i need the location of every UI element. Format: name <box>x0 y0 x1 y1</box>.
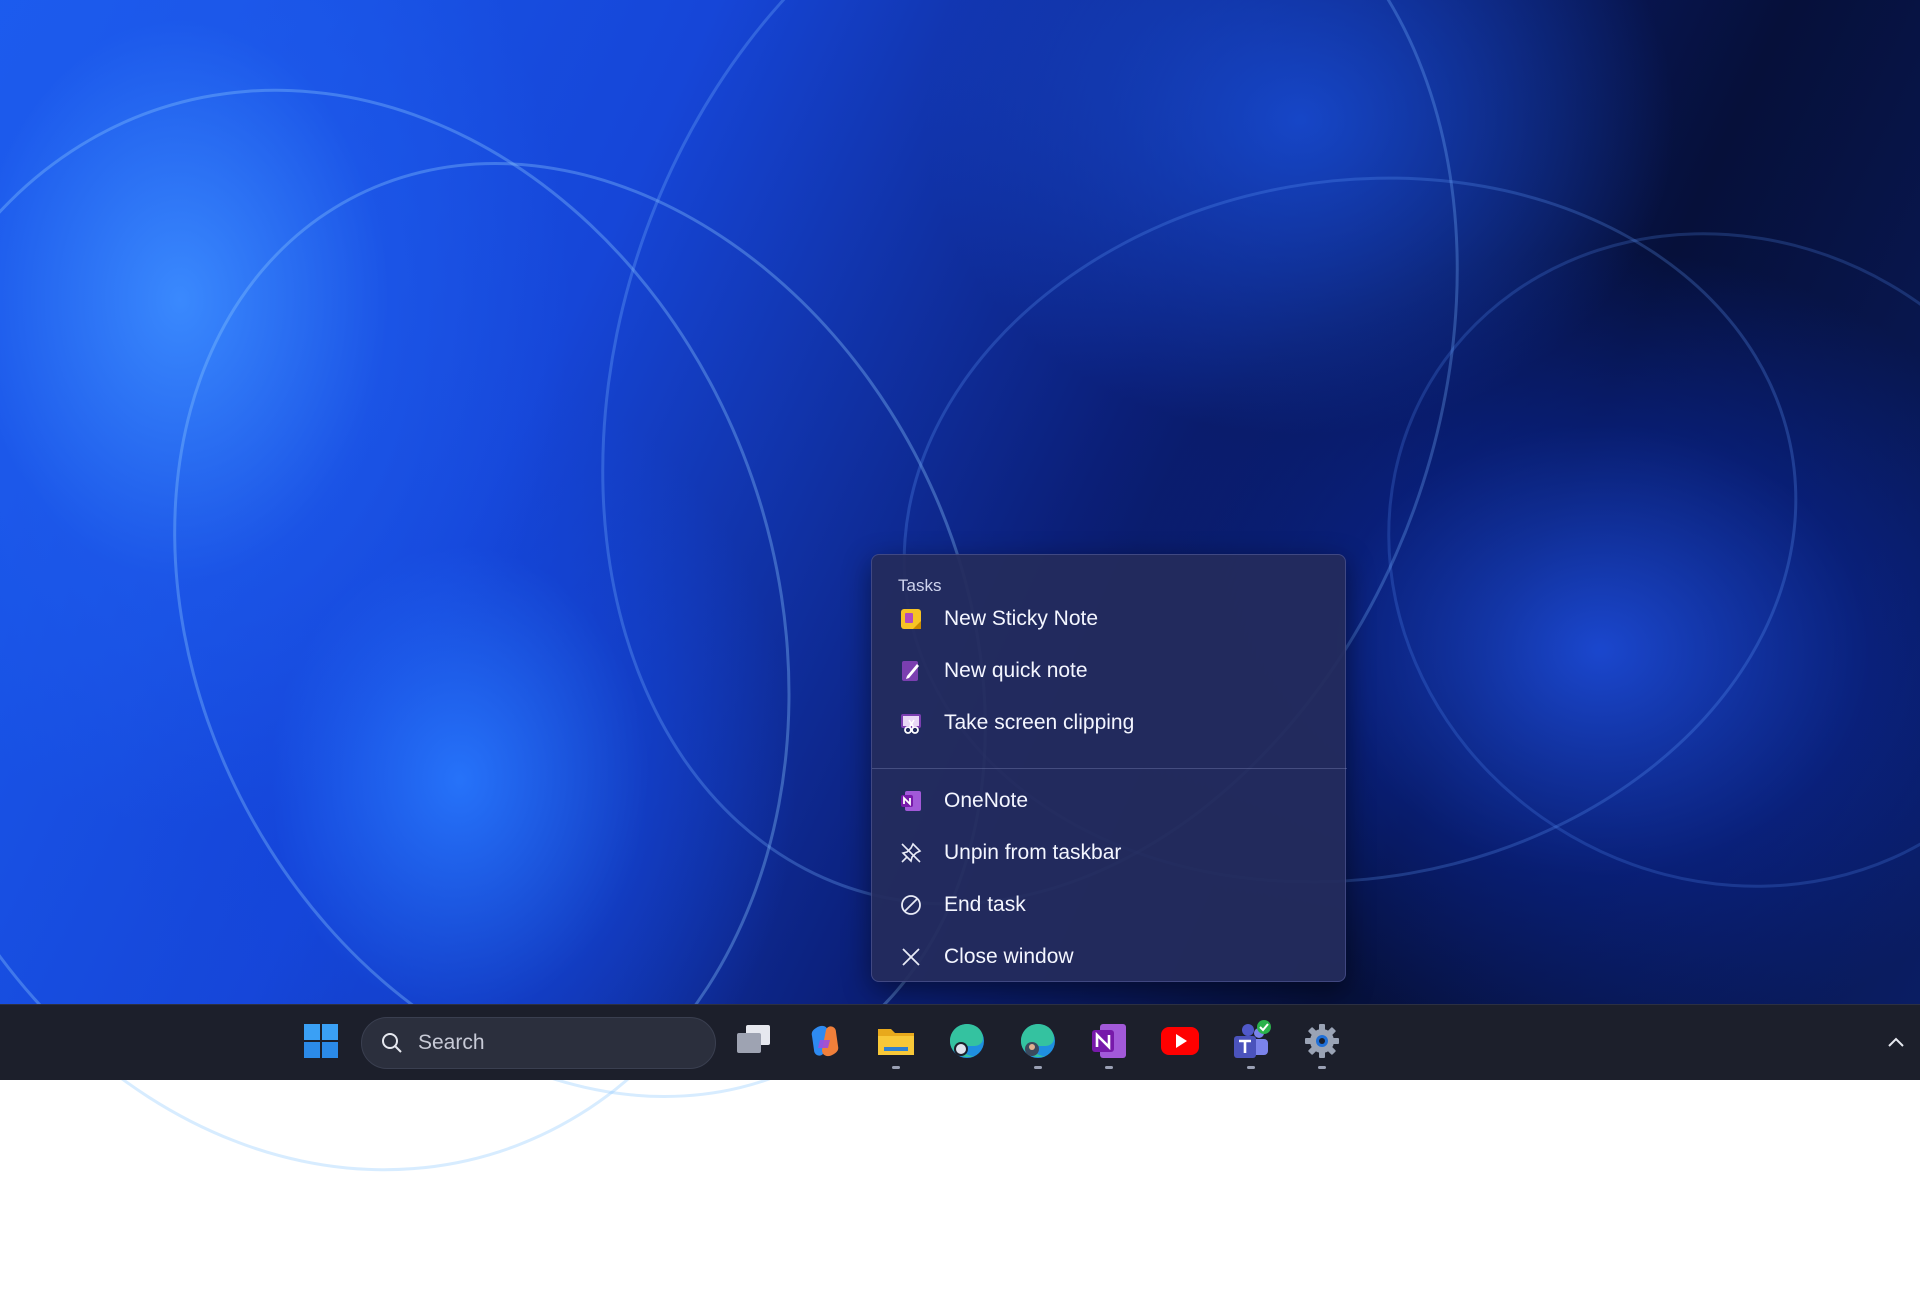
onenote-taskbar-button[interactable] <box>1081 1015 1137 1071</box>
copilot-icon <box>806 1022 844 1065</box>
file-explorer-button[interactable] <box>868 1015 924 1071</box>
settings-button[interactable] <box>1294 1015 1350 1071</box>
quick-note-icon <box>898 658 924 684</box>
menu-item-label: New quick note <box>944 659 1088 682</box>
tasks-section-title: Tasks <box>898 576 942 595</box>
menu-item-label: Close window <box>944 945 1074 968</box>
menu-item-unpin-from-taskbar[interactable]: Unpin from taskbar <box>876 829 1341 877</box>
running-indicator <box>1318 1066 1326 1069</box>
menu-item-new-sticky-note[interactable]: New Sticky Note <box>876 595 1341 643</box>
chevron-up-icon <box>1886 1035 1906 1054</box>
sticky-note-icon <box>898 606 924 632</box>
youtube-button[interactable] <box>1152 1015 1208 1071</box>
edge-profile-icon <box>1019 1022 1057 1065</box>
onenote-icon <box>898 788 924 814</box>
start-button[interactable] <box>293 1015 349 1071</box>
menu-item-take-screen-clipping[interactable]: Take screen clipping <box>876 699 1341 747</box>
running-indicator <box>1105 1066 1113 1069</box>
menu-item-new-quick-note[interactable]: New quick note <box>876 647 1341 695</box>
onenote-icon <box>1090 1022 1128 1065</box>
copilot-button[interactable] <box>797 1015 853 1071</box>
edge-icon <box>948 1022 986 1065</box>
running-indicator <box>1247 1066 1255 1069</box>
menu-item-end-task[interactable]: End task <box>876 881 1341 929</box>
teams-icon <box>1230 1019 1272 1067</box>
taskbar-search-box[interactable]: Search <box>361 1017 716 1069</box>
menu-item-close-window[interactable]: Close window <box>876 933 1341 981</box>
running-indicator <box>892 1066 900 1069</box>
menu-item-label: Unpin from taskbar <box>944 841 1122 864</box>
running-indicator <box>1034 1066 1042 1069</box>
taskbar <box>0 1004 1920 1080</box>
menu-item-onenote[interactable]: OneNote <box>876 777 1341 825</box>
menu-item-label: New Sticky Note <box>944 607 1099 630</box>
unpin-icon <box>898 840 924 866</box>
file-explorer-icon <box>876 1023 916 1064</box>
menu-item-label: Take screen clipping <box>944 711 1135 734</box>
menu-item-label: End task <box>944 893 1026 916</box>
screen-clipping-icon <box>898 710 924 736</box>
search-icon <box>380 1031 404 1055</box>
edge-button[interactable] <box>939 1015 995 1071</box>
search-label: Search <box>418 1031 485 1054</box>
teams-button[interactable] <box>1223 1015 1279 1071</box>
task-view-button[interactable] <box>726 1015 782 1071</box>
menu-item-label: OneNote <box>944 789 1029 812</box>
settings-icon <box>1303 1022 1341 1065</box>
menu-divider <box>872 768 1347 769</box>
show-hidden-icons-button[interactable] <box>1880 1028 1912 1060</box>
close-icon <box>898 944 924 970</box>
edge-profile-button[interactable] <box>1010 1015 1066 1071</box>
youtube-icon <box>1160 1026 1200 1061</box>
end-task-icon <box>898 892 924 918</box>
onenote-jump-list: Tasks New Sticky Note New quick note Tak… <box>871 554 1347 982</box>
windows-start-icon <box>303 1023 339 1064</box>
task-view-icon <box>734 1023 774 1064</box>
